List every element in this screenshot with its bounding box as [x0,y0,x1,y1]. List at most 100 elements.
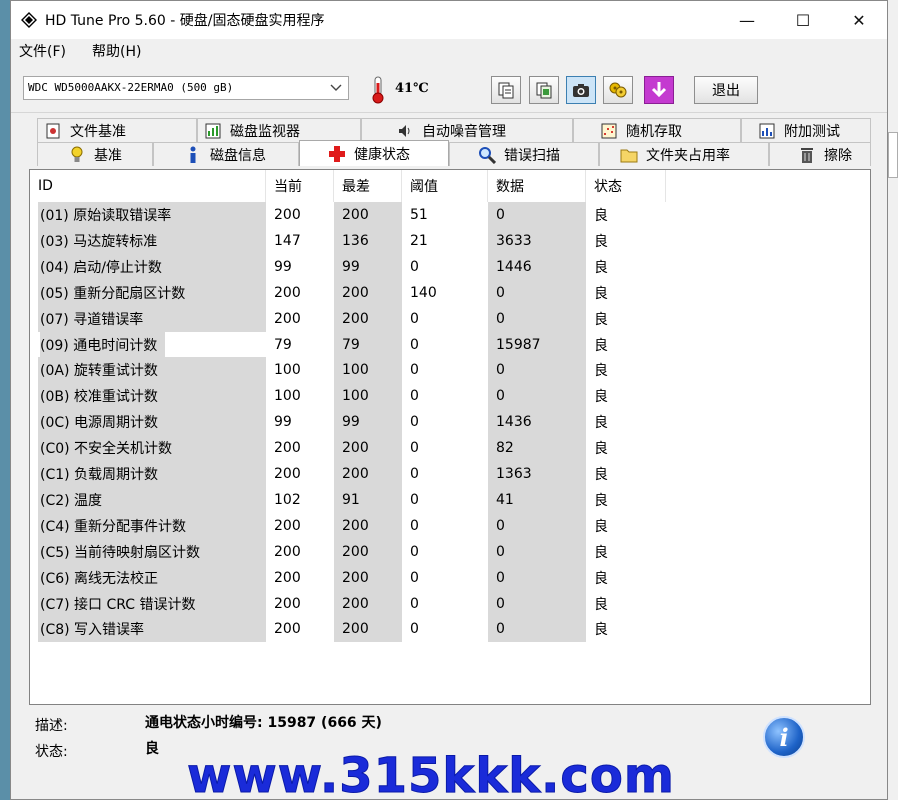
save-button[interactable] [644,76,674,104]
tab-extra-tests[interactable]: 附加测试 [741,118,871,142]
cell-status: 良 [594,596,608,613]
cell-worst: 200 [334,202,402,228]
column-header-data[interactable]: 数据 [488,170,586,202]
column-header-threshold[interactable]: 阈值 [402,170,488,202]
cell-status: 良 [594,467,608,483]
cell-id: (C6) 离线无法校正 [38,564,266,591]
table-row[interactable]: (07) 寻道错误率 200 200 0 0 良 [30,305,670,332]
tab-benchmark[interactable]: 基准 [37,142,153,166]
desktop-background-right [888,0,898,800]
chevron-down-icon[interactable] [328,80,344,96]
column-header-status[interactable]: 状态 [586,170,666,202]
tab-label: 文件夹占用率 [646,147,730,164]
table-row[interactable]: (09) 通电时间计数 79 79 0 15987 良 [30,331,670,358]
cell-threshold: 0 [410,466,419,482]
status-value: 良 [145,741,159,757]
table-row[interactable]: (C5) 当前待映射扇区计数 200 200 0 0 良 [30,538,670,565]
cell-worst: 200 [334,512,402,539]
cell-current: 200 [274,440,301,457]
table-row[interactable]: (C8) 写入错误率 200 200 0 0 良 [30,616,670,643]
cell-worst: 99 [334,253,402,280]
cell-id: (C5) 当前待映射扇区计数 [38,538,266,565]
cell-data: 0 [488,279,586,306]
table-row[interactable]: (0A) 旋转重试计数 100 100 0 0 良 [30,357,670,384]
cell-data: 1436 [488,409,586,436]
disk-monitor-icon [204,122,222,140]
copy-screenshot-button[interactable] [529,76,559,104]
menu-help[interactable]: 帮助(H) [90,41,143,61]
cell-threshold: 0 [410,440,419,457]
cell-current: 200 [274,543,301,560]
tab-label: 基准 [94,147,122,164]
app-window: HD Tune Pro 5.60 - 硬盘/固态硬盘实用程序 — ☐ ✕ 文件(… [10,0,888,800]
cell-threshold: 0 [410,258,419,275]
cell-threshold: 0 [410,491,419,508]
table-row[interactable]: (C2) 温度 102 91 0 41 良 [30,486,670,513]
cell-id: (09) 通电时间计数 [38,331,266,358]
column-header-worst[interactable]: 最差 [334,170,402,202]
table-row[interactable]: (C1) 负载周期计数 200 200 0 1363 良 [30,461,670,487]
cell-current: 100 [274,388,301,405]
toolbar: WDC WD5000AAKX-22ERMA0 (500 gB) 41℃ 退出 [11,63,887,113]
tab-label: 擦除 [824,147,852,164]
table-row[interactable]: (C4) 重新分配事件计数 200 200 0 0 良 [30,512,670,539]
cell-status: 良 [594,311,608,328]
cell-data: 41 [488,486,586,513]
table-row[interactable]: (0C) 电源周期计数 99 99 0 1436 良 [30,409,670,436]
tab-disk-monitor[interactable]: 磁盘监视器 [197,118,361,142]
column-header-current[interactable]: 当前 [266,170,334,202]
table-row[interactable]: (C6) 离线无法校正 200 200 0 0 良 [30,564,670,591]
table-row[interactable]: (03) 马达旋转标准 147 136 21 3633 良 [30,227,670,254]
cell-status: 良 [594,544,608,561]
cell-id: (0C) 电源周期计数 [38,409,266,436]
magnifier-icon [478,146,496,164]
minimize-button[interactable]: — [719,1,775,39]
tab-strip: 文件基准 磁盘监视器 自动噪音管理 随机存取 附加测试 基准 磁盘信息 健康状态… [27,118,871,166]
table-row[interactable]: (04) 启动/停止计数 99 99 0 1446 良 [30,253,670,280]
column-header-id[interactable]: ID [30,170,266,202]
table-row[interactable]: (C0) 不安全关机计数 200 200 0 82 良 [30,435,670,462]
tab-random-access[interactable]: 随机存取 [573,118,741,142]
tab-erase[interactable]: 擦除 [769,142,871,166]
cell-current: 200 [274,466,301,482]
window-title: HD Tune Pro 5.60 - 硬盘/固态硬盘实用程序 [45,13,325,29]
tab-row-1: 文件基准 磁盘监视器 自动噪音管理 随机存取 附加测试 [27,118,871,142]
table-row[interactable]: (01) 原始读取错误率 200 200 51 0 良 [30,202,670,228]
cell-data: 1446 [488,253,586,280]
tab-noise-management[interactable]: 自动噪音管理 [361,118,573,142]
info-button[interactable]: i [763,716,805,758]
copy-screenshot-icon [536,82,552,99]
cell-id: (C8) 写入错误率 [38,616,266,643]
menu-file[interactable]: 文件(F) [17,41,68,61]
tab-label: 健康状态 [354,146,410,163]
cell-status: 良 [594,492,608,509]
cell-status: 良 [594,285,608,302]
tab-error-scan[interactable]: 错误扫描 [449,142,599,166]
table-row[interactable]: (C7) 接口 CRC 错误计数 200 200 0 0 良 [30,590,670,617]
tab-health[interactable]: 健康状态 [299,140,449,166]
menu-bar: 文件(F) 帮助(H) [11,39,887,63]
exit-button[interactable]: 退出 [694,76,758,104]
cell-id: (07) 寻道错误率 [38,305,266,332]
cell-id: (01) 原始读取错误率 [38,202,266,228]
cell-worst: 200 [334,538,402,565]
copy-text-button[interactable] [491,76,521,104]
save-down-icon [651,82,667,98]
table-row[interactable]: (05) 重新分配扇区计数 200 200 140 0 良 [30,279,670,306]
description-label: 描述: [35,718,68,734]
window-controls: — ☐ ✕ [719,1,887,39]
drive-select[interactable]: WDC WD5000AAKX-22ERMA0 (500 gB) [23,75,349,100]
cell-threshold: 0 [410,388,419,405]
table-row[interactable]: (0B) 校准重试计数 100 100 0 0 良 [30,383,670,410]
tab-file-benchmark[interactable]: 文件基准 [37,118,197,142]
options-button[interactable] [603,76,633,104]
maximize-button[interactable]: ☐ [775,1,831,39]
tab-disk-info[interactable]: 磁盘信息 [153,142,299,166]
cell-worst: 91 [334,486,402,513]
camera-button[interactable] [566,76,596,104]
close-button[interactable]: ✕ [831,1,887,39]
smart-attributes-table[interactable]: ID 当前 最差 阈值 数据 状态 (01) 原始读取错误率 200 200 51 0 良… [29,169,871,705]
cell-data: 1363 [488,461,586,487]
tab-folder-usage[interactable]: 文件夹占用率 [599,142,769,166]
tab-label: 磁盘信息 [210,147,266,164]
